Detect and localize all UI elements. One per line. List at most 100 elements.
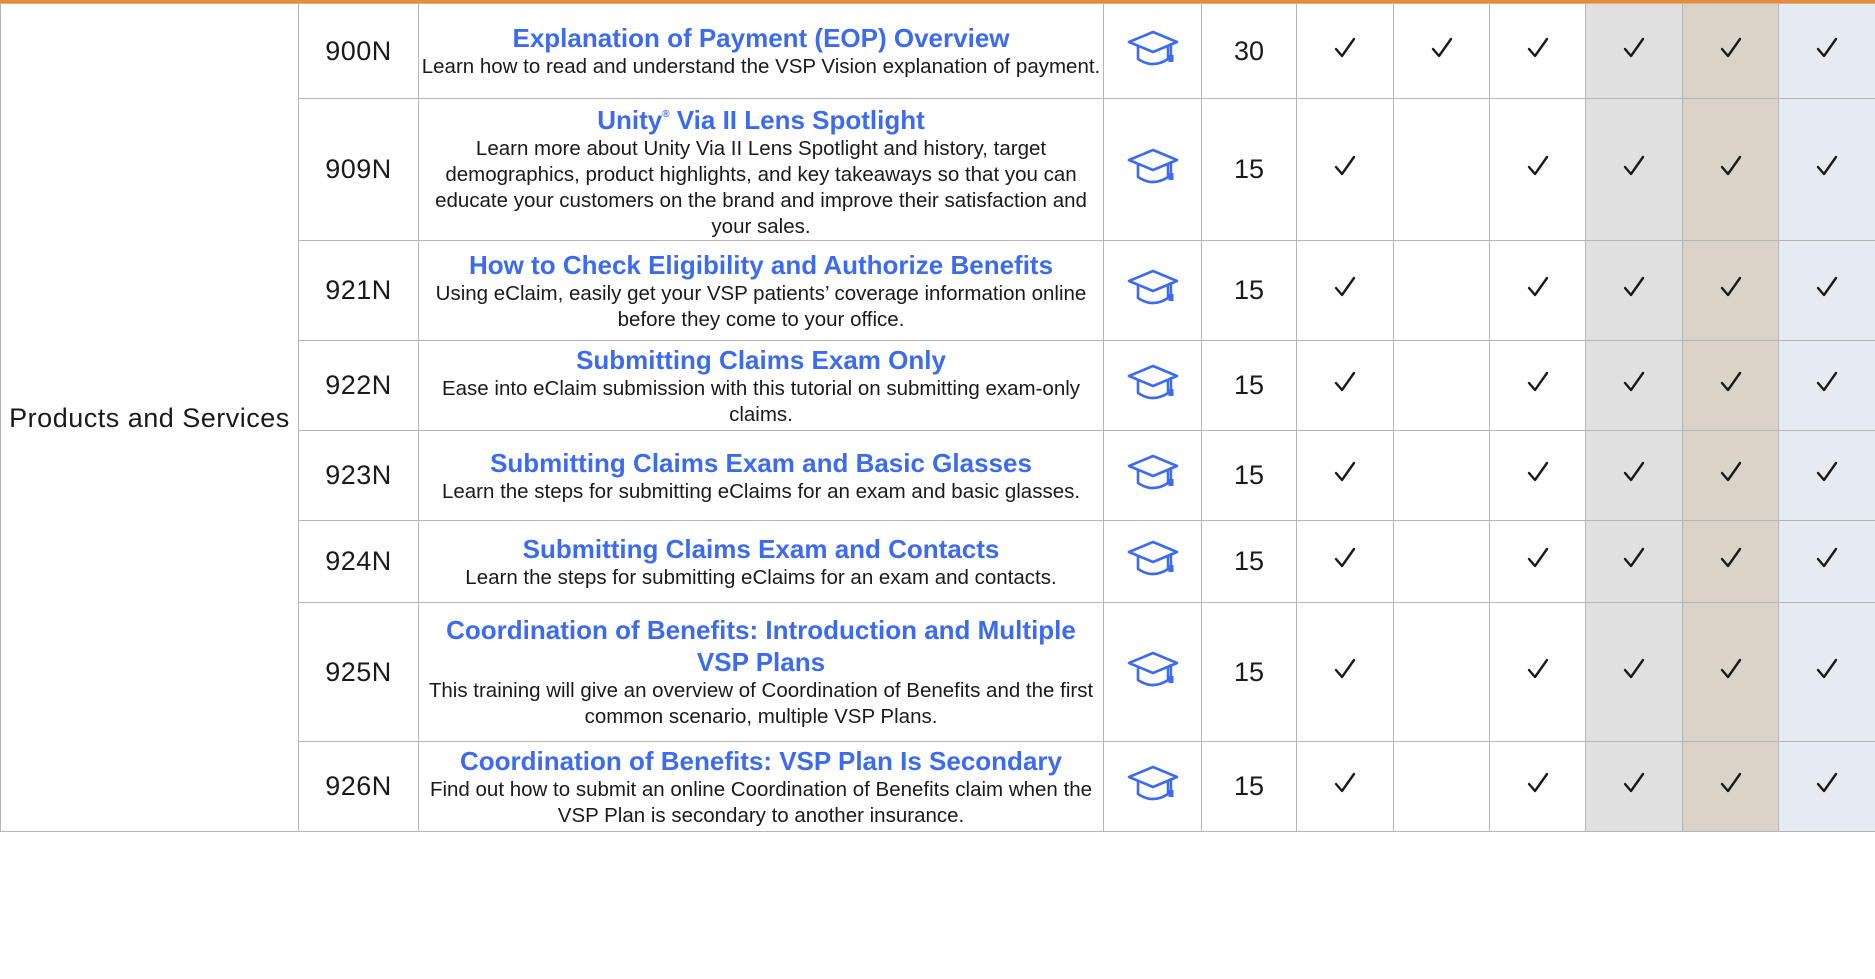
course-summary: Learn more about Unity Via II Lens Spotl…: [435, 137, 1087, 238]
audience-check-cell: [1296, 430, 1394, 521]
checkmark-icon: [1623, 658, 1645, 678]
checkmark-icon: [1623, 772, 1645, 793]
audience-check-cell: [1296, 602, 1394, 742]
audience-check-cell: [1778, 741, 1875, 832]
course-description-cell: How to Check Eligibility and Authorize B…: [418, 240, 1104, 341]
audience-check-cell: [1393, 602, 1490, 742]
course-summary: Learn the steps for submitting eClaims f…: [441, 479, 1081, 503]
audience-check-cell: [1393, 3, 1490, 99]
checkmark-icon: [1527, 658, 1548, 678]
audience-check-cell: [1489, 240, 1586, 341]
graduation-cap-icon: [1127, 540, 1178, 576]
checkmark-icon: [1334, 547, 1356, 568]
course-code: 923N: [298, 430, 419, 521]
course-title-link[interactable]: Coordination of Benefits: Introduction a…: [419, 614, 1103, 678]
course-minutes: 15: [1201, 741, 1297, 832]
course-summary: Learn the steps for submitting eClaims f…: [465, 565, 1057, 589]
checkmark-icon: [1816, 371, 1838, 392]
checkmark-icon: [1527, 772, 1548, 793]
category-cell: Products and Services: [0, 3, 299, 832]
course-type-cell: [1103, 240, 1202, 341]
audience-check-cell: [1296, 340, 1394, 431]
audience-check-cell: [1585, 240, 1683, 341]
course-title-text: Submitting Claims Exam Only: [576, 344, 946, 375]
audience-check-cell: [1393, 430, 1490, 521]
checkmark-icon: [1816, 155, 1838, 176]
audience-check-cell: [1393, 520, 1490, 603]
course-title-link[interactable]: Explanation of Payment (EOP) Overview: [419, 22, 1103, 54]
course-type-cell: [1103, 3, 1202, 99]
audience-check-cell: [1489, 3, 1586, 99]
course-minutes: 30: [1201, 3, 1297, 99]
audience-check-cell: [1489, 520, 1586, 603]
course-description-cell: Submitting Claims Exam Only Ease into eCl…: [418, 340, 1104, 431]
course-type-cell: [1103, 430, 1202, 521]
course-title-link[interactable]: Coordination of Benefits: VSP Plan Is Se…: [419, 745, 1103, 777]
checkmark-icon: [1527, 155, 1548, 176]
audience-check-cell: [1682, 3, 1779, 99]
course-description-cell: Explanation of Payment (EOP) Overview Lea…: [418, 3, 1104, 99]
course-title-text: Submitting Claims Exam and Contacts: [522, 533, 1000, 564]
graduation-cap-icon: [1127, 651, 1178, 686]
checkmark-icon: [1623, 461, 1645, 482]
course-summary: Ease into eClaim submission with this tu…: [441, 376, 1081, 426]
audience-check-cell: [1585, 430, 1683, 521]
course-type-cell: [1103, 98, 1202, 241]
audience-check-cell: [1778, 98, 1875, 241]
course-summary: This training will give an overview of C…: [428, 679, 1094, 728]
audience-check-cell: [1489, 98, 1586, 241]
audience-check-cell: [1489, 340, 1586, 431]
checkmark-icon: [1334, 371, 1356, 392]
audience-check-cell: [1296, 3, 1394, 99]
checkmark-icon: [1334, 461, 1356, 482]
graduation-cap-icon: [1127, 454, 1178, 490]
audience-check-cell: [1778, 520, 1875, 603]
audience-check-cell: [1682, 240, 1779, 341]
course-minutes: 15: [1201, 240, 1297, 341]
checkmark-icon: [1816, 461, 1838, 482]
checkmark-icon: [1334, 37, 1356, 57]
course-title-link[interactable]: Unity® Via II Lens Spotlight: [419, 99, 1103, 136]
checkmark-icon: [1527, 37, 1548, 57]
graduation-cap-icon: [1127, 148, 1178, 184]
course-title-link[interactable]: Submitting Claims Exam and Contacts: [419, 533, 1103, 565]
course-type-cell: [1103, 340, 1202, 431]
checkmark-icon: [1720, 658, 1741, 678]
checkmark-icon: [1334, 772, 1356, 793]
checkmark-icon: [1334, 658, 1356, 678]
course-title-link[interactable]: Submitting Claims Exam Only: [419, 344, 1103, 376]
course-code: 921N: [298, 240, 419, 341]
course-code: 926N: [298, 741, 419, 832]
audience-check-cell: [1393, 741, 1490, 832]
audience-check-cell: [1489, 430, 1586, 521]
checkmark-icon: [1720, 276, 1741, 297]
checkmark-icon: [1720, 547, 1741, 568]
course-description-cell: Submitting Claims Exam and Basic Glasses…: [418, 430, 1104, 521]
course-title-text: Submitting Claims Exam and Basic Glasses: [490, 447, 1032, 478]
audience-check-cell: [1585, 520, 1683, 603]
table-row: Products and Services 900N Explanation of …: [0, 3, 1875, 832]
checkmark-icon: [1816, 658, 1838, 678]
checkmark-icon: [1431, 37, 1452, 57]
audience-check-cell: [1585, 602, 1683, 742]
audience-check-cell: [1682, 602, 1779, 742]
course-title-link[interactable]: Submitting Claims Exam and Basic Glasses: [419, 447, 1103, 479]
checkmark-icon: [1816, 772, 1838, 793]
course-title-text: Coordination of Benefits: Introduction a…: [446, 615, 1076, 677]
audience-check-cell: [1296, 240, 1394, 341]
course-title-link[interactable]: How to Check Eligibility and Authorize B…: [419, 249, 1103, 281]
course-description-cell: Unity® Via II Lens Spotlight Learn more a…: [418, 98, 1104, 241]
checkmark-icon: [1720, 371, 1741, 392]
course-minutes: 15: [1201, 340, 1297, 431]
audience-check-cell: [1778, 340, 1875, 431]
course-description-cell: Coordination of Benefits: VSP Plan Is Se…: [418, 741, 1104, 832]
course-type-cell: [1103, 602, 1202, 742]
course-type-cell: [1103, 520, 1202, 603]
course-catalog-table: Products and Services 900N Explanation of …: [0, 3, 1875, 832]
checkmark-icon: [1623, 155, 1645, 176]
audience-check-cell: [1585, 340, 1683, 431]
checkmark-icon: [1527, 371, 1548, 392]
checkmark-icon: [1816, 276, 1838, 297]
audience-check-cell: [1682, 98, 1779, 241]
checkmark-icon: [1623, 37, 1645, 57]
